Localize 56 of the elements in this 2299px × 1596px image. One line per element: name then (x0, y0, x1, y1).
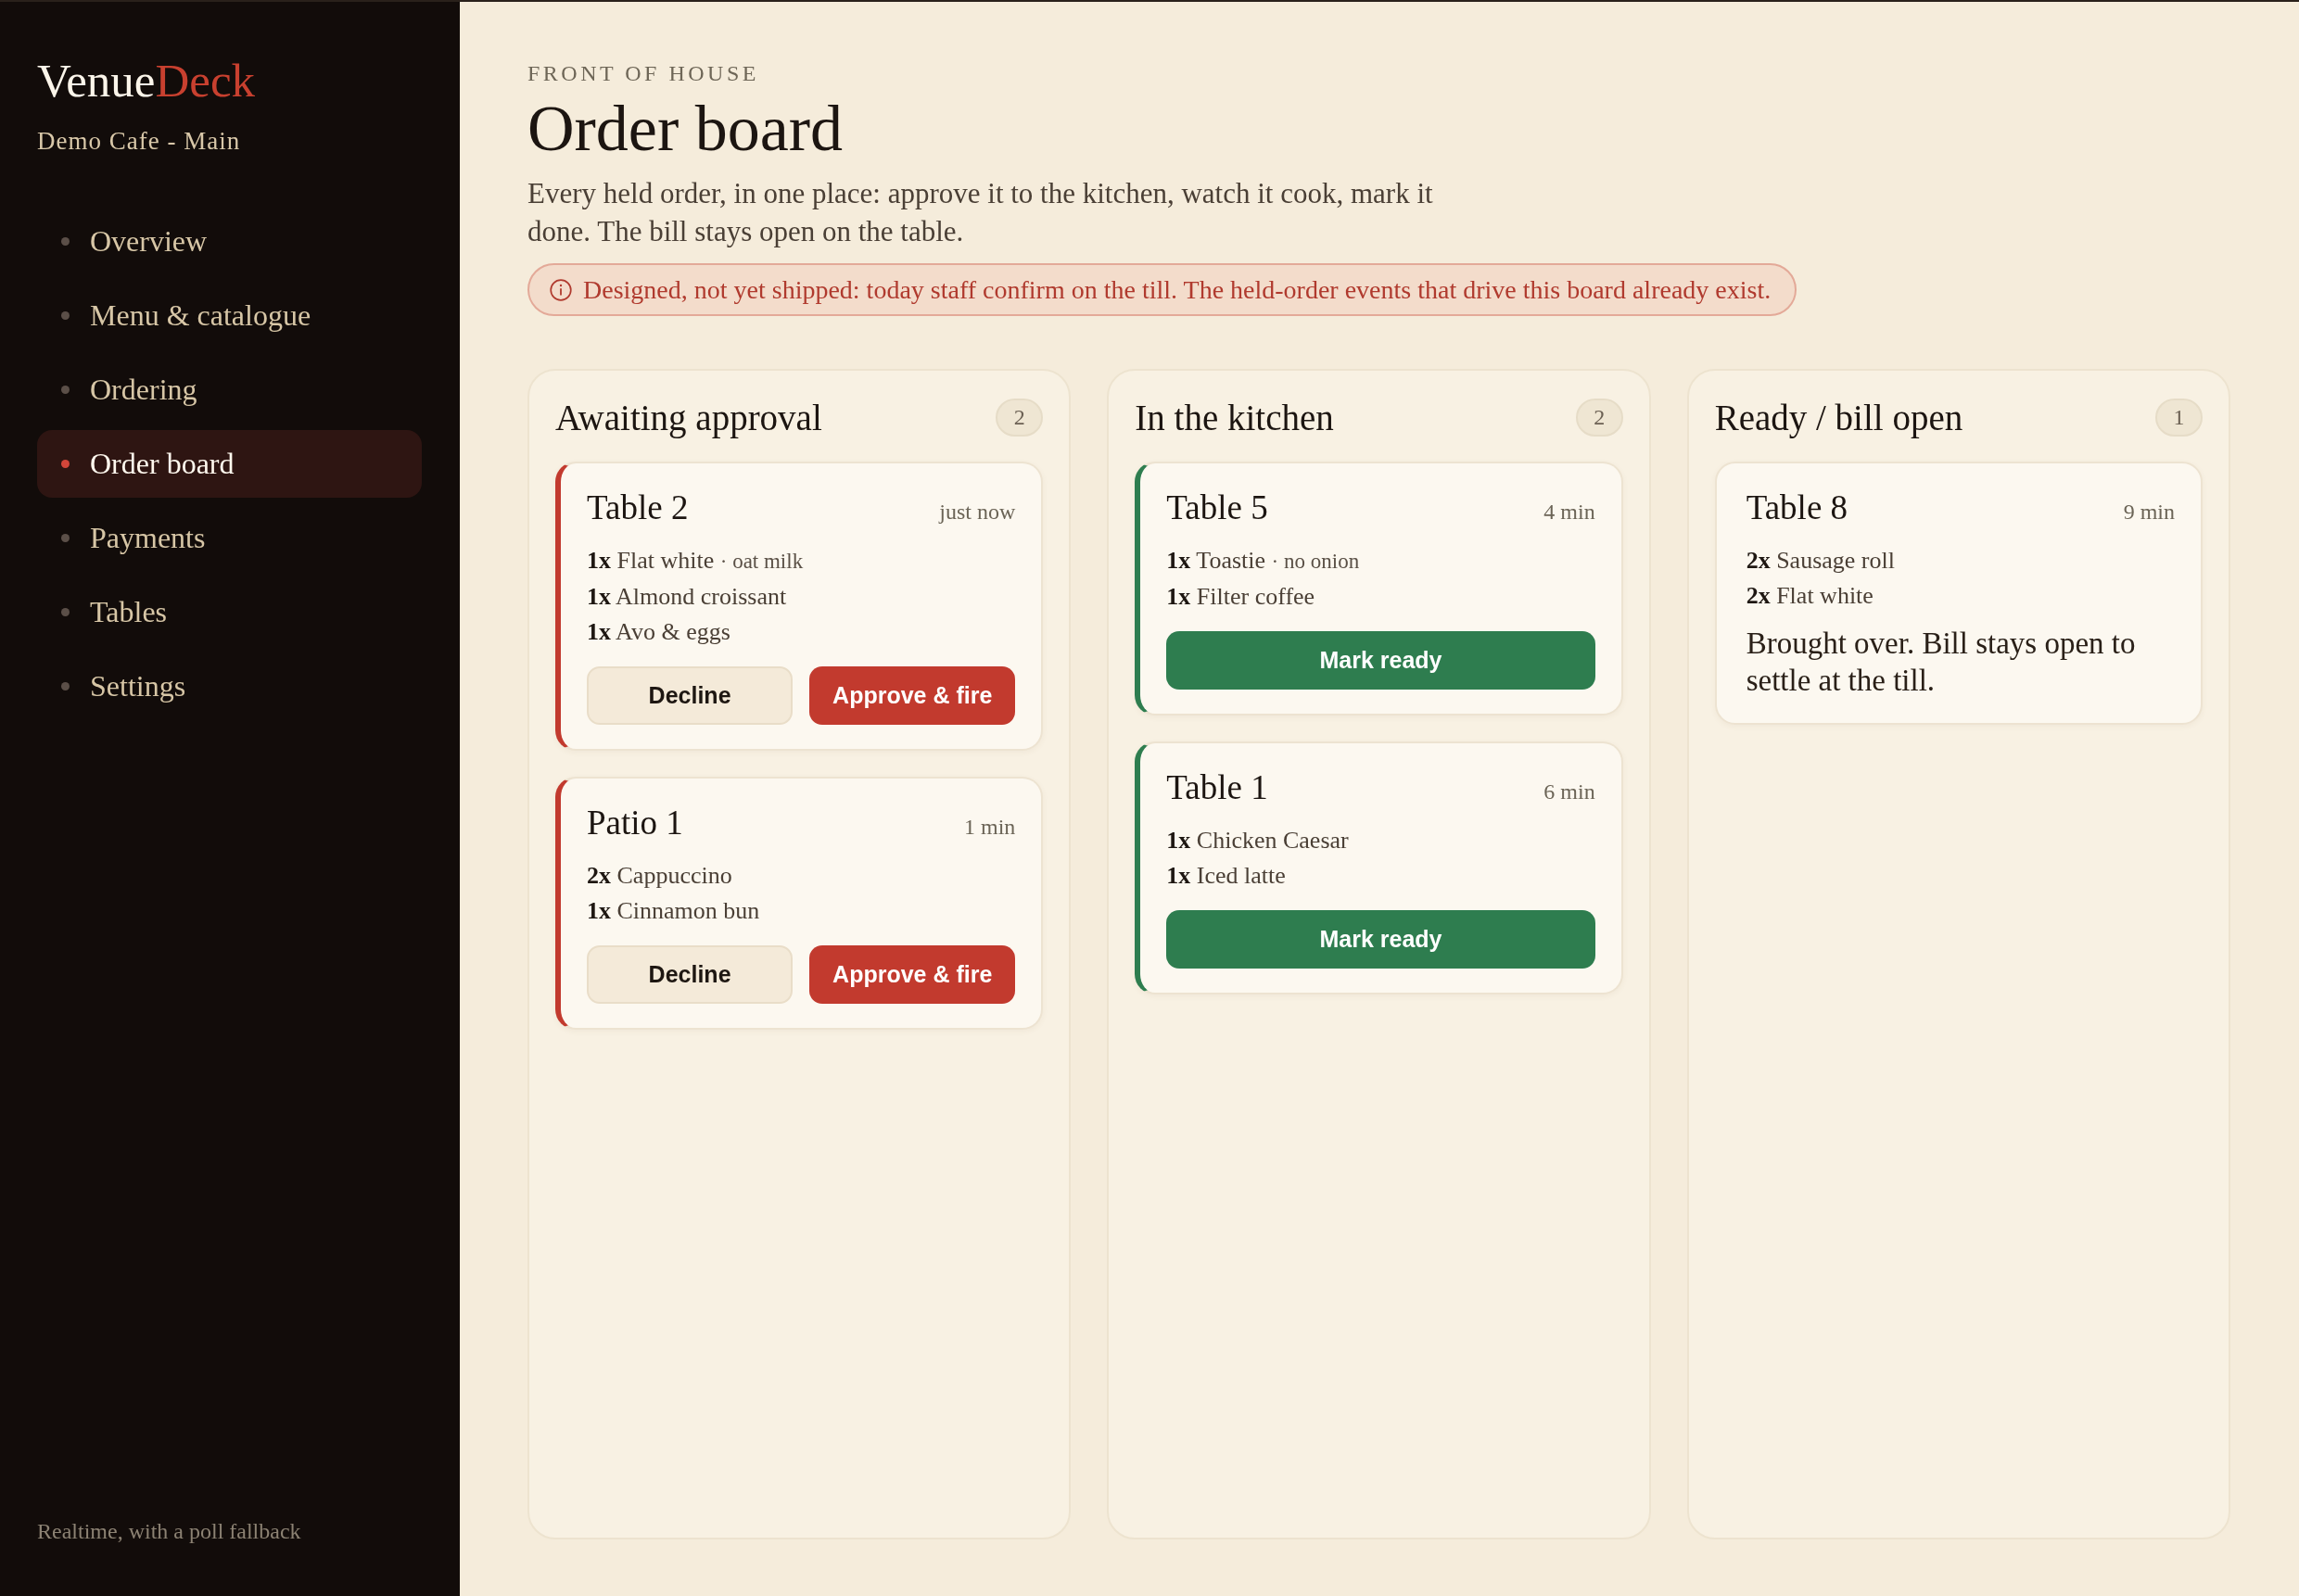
sidebar-nav-item[interactable]: Settings (37, 652, 422, 720)
order-time: 1 min (964, 815, 1016, 840)
order-item: 1x Filter coffee (1166, 582, 1315, 612)
order-time: 6 min (1543, 779, 1595, 804)
card-title: Table 8 (1746, 488, 1848, 528)
card-title: Patio 1 (587, 803, 683, 843)
order-time: 4 min (1543, 500, 1595, 525)
mark-ready-button[interactable]: Mark ready (1166, 910, 1595, 969)
bullet-dot-icon (61, 460, 70, 468)
bullet-dot-icon (61, 311, 70, 320)
column-title: Ready / bill open (1714, 397, 1963, 438)
bullet-dot-icon (61, 386, 70, 394)
order-note: Brought over. Bill stays open to settle at the till. (1746, 626, 2137, 699)
order-item: 1x Avo & eggs (587, 617, 730, 647)
sidebar-nav-item[interactable]: Ordering (37, 356, 422, 424)
bullet-dot-icon (61, 682, 70, 690)
order-item: 2x Flat white (1746, 581, 1873, 611)
order-item: 2x Cappuccino (587, 861, 732, 891)
bullet-dot-icon (61, 237, 70, 246)
brand-name: VenueDeck (37, 57, 256, 105)
order-item: 1x Flat white · oat milk (587, 546, 804, 576)
order-item: 1x Cinnamon bun (587, 896, 760, 926)
count-badge: 1 (2155, 399, 2203, 437)
card-title: Table 5 (1166, 488, 1268, 528)
column-title: Awaiting approval (555, 397, 822, 438)
bullet-dot-icon (61, 534, 70, 542)
order-time: just now (939, 500, 1016, 525)
approve-button[interactable]: Approve & fire (809, 666, 1016, 725)
sidebar-nav-item[interactable]: Tables (37, 578, 422, 646)
venue-name: Demo Cafe - Main (37, 127, 241, 156)
order-item: 2x Sausage roll (1746, 546, 1895, 576)
card-title: Table 2 (587, 488, 689, 528)
info-icon (550, 278, 572, 301)
sidebar-nav-item[interactable]: Payments (37, 504, 422, 572)
connection-note: Realtime, with a poll fallback (37, 1519, 301, 1544)
decline-button[interactable]: Decline (587, 945, 794, 1004)
order-item: 1x Chicken Caesar (1166, 826, 1349, 855)
bullet-dot-icon (61, 608, 70, 616)
decline-button[interactable]: Decline (587, 666, 794, 725)
count-badge: 2 (996, 399, 1044, 437)
order-time: 9 min (2123, 500, 2175, 525)
page-title: Order board (527, 93, 844, 165)
sidebar-nav-item[interactable]: Overview (37, 208, 422, 275)
mark-ready-button[interactable]: Mark ready (1166, 631, 1595, 690)
notice-text: Designed, not yet shipped: today staff confirm on the till. The held-order events that drive this board already exist. (583, 274, 1772, 305)
page-description: Every held order, in one place: approve it to the kitchen, watch it cook, mark it done. The bill stays open on the table. (527, 176, 1434, 249)
section-label: FRONT OF HOUSE (527, 60, 759, 87)
column-title: In the kitchen (1135, 397, 1334, 438)
count-badge: 2 (1575, 399, 1623, 437)
order-item: 1x Almond croissant (587, 582, 787, 612)
approve-button[interactable]: Approve & fire (809, 945, 1016, 1004)
card-title: Table 1 (1166, 767, 1268, 808)
order-item: 1x Iced latte (1166, 861, 1286, 891)
order-item: 1x Toastie · no onion (1166, 546, 1360, 576)
sidebar-nav-item[interactable]: Menu & catalogue (37, 282, 422, 349)
sidebar-nav-item[interactable]: Order board (37, 430, 422, 498)
